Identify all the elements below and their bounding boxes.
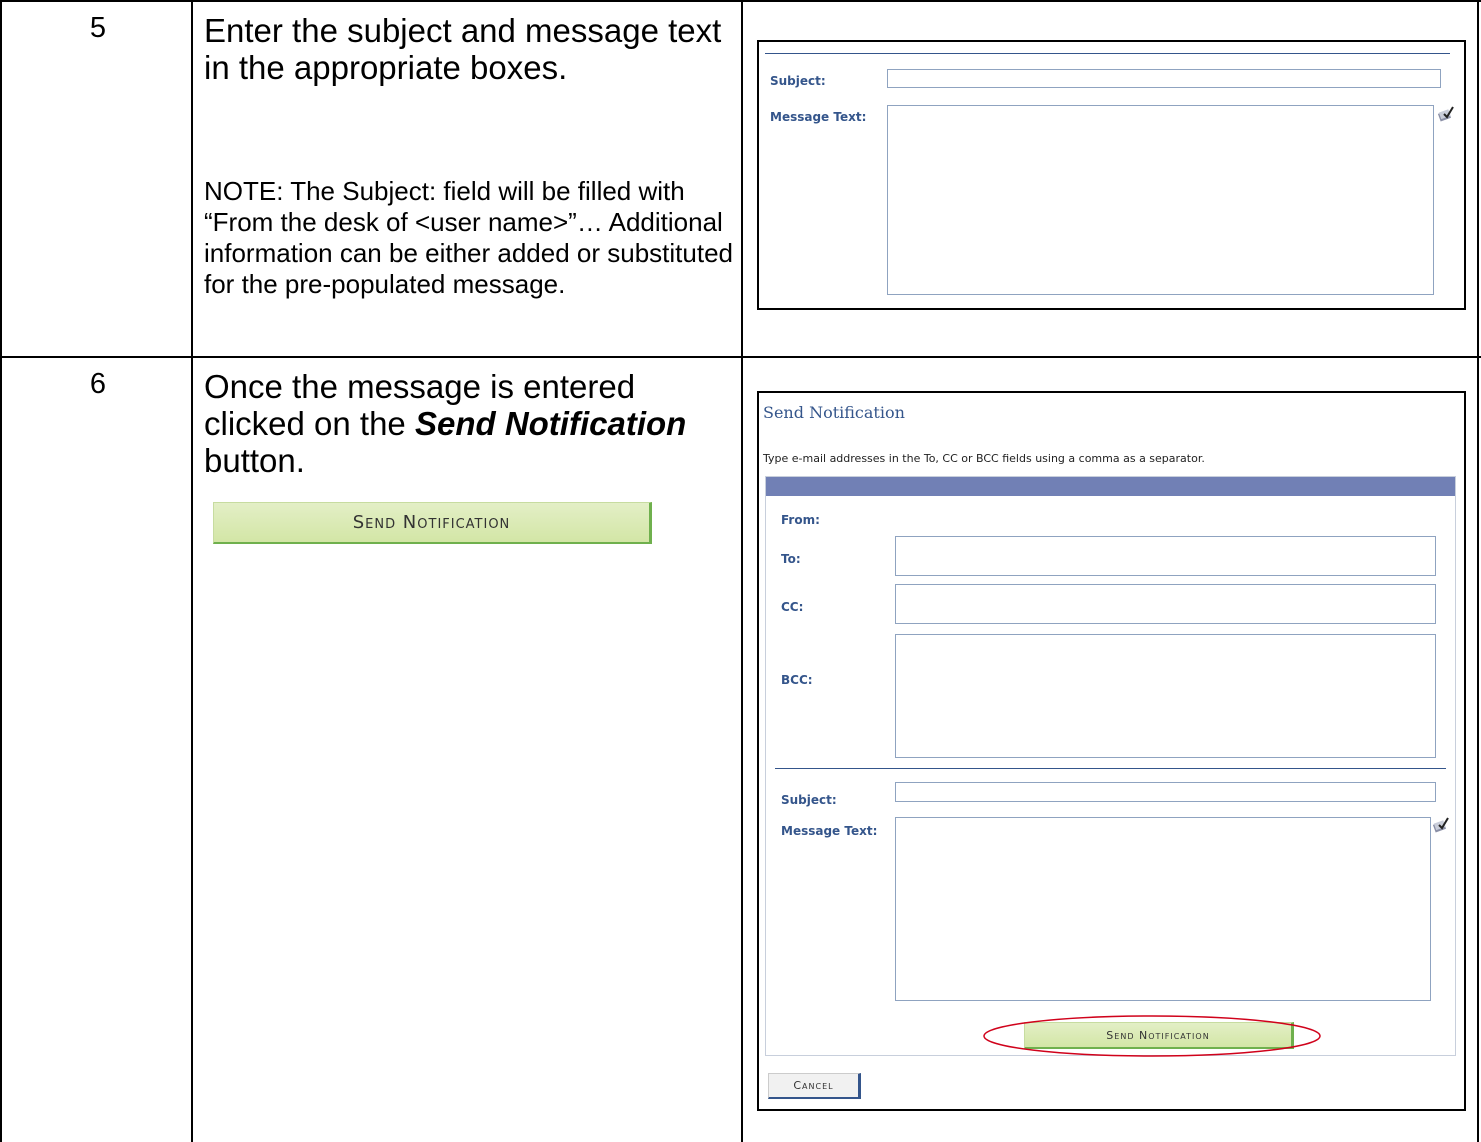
send-notification-screenshot: Send Notification Type e-mail addresses … — [757, 391, 1466, 1111]
spell-check-icon[interactable] — [1433, 817, 1449, 833]
step-number-5: 5 — [89, 12, 107, 44]
subject-message-screenshot: Subject: Message Text: — [757, 40, 1466, 310]
bcc-input[interactable] — [895, 634, 1436, 758]
spell-check-icon[interactable] — [1438, 106, 1454, 122]
message-text-area[interactable] — [895, 817, 1431, 1001]
step-5-instruction: Enter the subject and message text in th… — [204, 12, 722, 86]
from-label: From: — [781, 513, 820, 527]
message-text-area[interactable] — [887, 105, 1434, 295]
cc-label: CC: — [781, 600, 804, 614]
section-divider — [765, 53, 1450, 54]
message-text-label: Message Text: — [781, 824, 878, 838]
subject-input[interactable] — [887, 69, 1441, 88]
step-6-instruction: Once the message is entered clicked on t… — [204, 368, 724, 479]
to-input[interactable] — [895, 536, 1436, 576]
dialog-instructions: Type e-mail addresses in the To, CC or B… — [763, 452, 1205, 465]
table-col-divider-2 — [741, 0, 743, 1142]
bcc-label: BCC: — [781, 673, 813, 687]
cc-input[interactable] — [895, 584, 1436, 624]
dialog-title: Send Notification — [763, 403, 905, 422]
form-panel: From: To: CC: BCC: Subject: Message Text… — [765, 476, 1456, 1057]
subject-input[interactable] — [895, 782, 1436, 802]
step-number-6: 6 — [89, 368, 107, 400]
step-6-bold-text: Send Notification — [414, 405, 687, 442]
table-col-divider-1 — [191, 0, 193, 1142]
step-6-text-part2: button. — [204, 442, 305, 479]
table-left-border — [0, 0, 2, 1142]
to-label: To: — [781, 552, 801, 566]
step-5-note: NOTE: The Subject: field will be filled … — [204, 176, 734, 299]
message-text-label: Message Text: — [770, 110, 867, 124]
subject-label: Subject: — [770, 74, 826, 88]
send-notification-button-example[interactable]: Send Notification — [213, 502, 652, 544]
highlight-ellipse — [983, 1015, 1321, 1057]
cancel-button[interactable]: Cancel — [768, 1073, 861, 1099]
form-header-bar — [766, 477, 1455, 496]
subject-label: Subject: — [781, 793, 837, 807]
form-section-divider — [775, 768, 1446, 769]
table-right-border — [1477, 0, 1479, 1142]
